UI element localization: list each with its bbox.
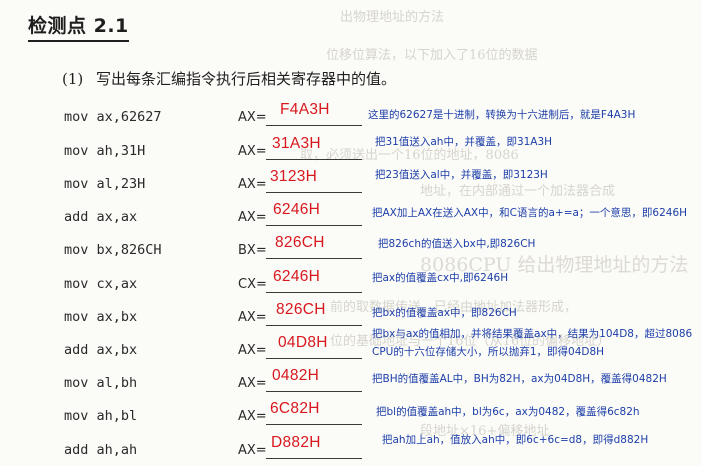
explanation-note: 把bl的值覆盖ah中，bl为6c，ax为0482，覆盖得6c82h [376,406,640,418]
exercise-row: mov al,23H AX= 3123H 把23值送入al中，并覆盖，即3123H [0,168,702,200]
instruction-text: mov cx,ax [64,276,138,292]
register-label: BX= [238,243,267,258]
explanation-note: 把bx与ax的值相加，并将结果覆盖ax中，结果为104D8，超过8086 [372,328,693,340]
answer-blank-line [266,125,362,126]
instruction-text: add ah,ah [64,442,138,458]
answer-blank-line [266,159,362,160]
explanation-note: 把ax的值覆盖cx中,即6246H [372,272,509,284]
register-label: AX= [238,110,267,125]
answer-blank-line [266,458,362,459]
handwritten-answer: F4A3H [280,101,330,118]
register-label: AX= [238,376,267,391]
handwritten-answer: D882H [271,434,321,451]
instruction-text: mov ah,31H [64,143,146,159]
exercise-row: add ax,bx AX= 04D8H 把bx与ax的值相加，并将结果覆盖ax中，结果… [0,328,702,366]
handwritten-answer: 31A3H [272,135,321,152]
explanation-note: 把31值送入ah中，并覆盖，即31A3H [375,136,553,148]
explanation-note: 把bx的值覆盖ax中，即826CH [372,307,517,319]
explanation-note: 这里的62627是十进制，转换为十六进制后，就是F4A3H [368,109,636,121]
register-label: AX= [238,343,267,358]
instruction-text: mov al,bh [64,375,138,391]
exercise-row: mov ah,31H AX= 31A3H 把31值送入ah中，并覆盖，即31A3H [0,135,702,167]
register-label: AX= [238,177,267,192]
explanation-note: CPU的十六位存储大小，所以抛弃1，即得04D8H [372,346,605,358]
instruction-text: mov bx,826CH [64,242,162,258]
exercise-row: mov bx,826CH BX= 826CH 把826ch的值送入bx中,即826CH [0,234,702,266]
instruction-text: mov al,23H [64,176,146,192]
background-text: 出物理地址的方法 [340,10,445,25]
handwritten-answer: 826CH [276,301,326,318]
question-number: (1) [62,70,84,88]
exercise-row: mov al,bh AX= 0482H 把BH的值覆盖AL中，BH为82H，ax为04… [0,367,702,399]
question-line: (1) 写出每条汇编指令执行后相关寄存器中的值。 [62,68,396,89]
exercise-row: mov cx,ax CX= 6246H 把ax的值覆盖cx中,即6246H [0,268,702,300]
instruction-text: add ax,ax [64,209,138,225]
answer-blank-line [266,258,362,259]
handwritten-answer: 6246H [273,201,321,218]
register-label: AX= [238,443,267,458]
answer-blank-line [266,225,362,226]
answer-blank-line [266,292,362,293]
answer-blank-line [266,391,362,392]
instruction-text: mov ax,62627 [64,109,162,125]
handwritten-answer: 04D8H [278,334,328,351]
register-label: AX= [238,210,267,225]
instruction-text: mov ah,bl [64,408,138,424]
register-label: AX= [238,144,267,159]
explanation-note: 把23值送入al中，并覆盖，即3123H [375,169,548,181]
exercise-row: mov ax,62627 AX= F4A3H 这里的62627是十进制，转换为十六进制… [0,101,702,133]
handwritten-answer: 0482H [272,367,320,384]
explanation-note: 把AX加上AX在送入AX中，和C语言的a+=a；一个意思，即6246H [372,207,688,219]
handwritten-answer: 3123H [270,168,318,185]
section-title: 检测点 2.1 [28,14,129,42]
exercise-row: mov ah,bl AX= 6C82H 把bl的值覆盖ah中，bl为6c，ax为048… [0,400,702,432]
answer-blank-line [266,358,362,359]
register-label: CX= [238,277,267,292]
answer-blank-line [266,424,362,425]
exercise-row: add ah,ah AX= D882H 把ah加上ah，值放入ah中，即6c+6c=d… [0,434,702,466]
register-label: AX= [238,310,267,325]
instruction-text: add ax,bx [64,342,138,358]
handwritten-answer: 6246H [273,268,321,285]
exercise-row: add ax,ax AX= 6246H 把AX加上AX在送入AX中，和C语言的a+=a… [0,201,702,233]
handwritten-answer: 826CH [275,234,325,251]
handwritten-answer: 6C82H [270,400,320,417]
background-text: 位移位算法，以下加入了16位的数据 [326,48,538,63]
answer-blank-line [266,325,362,326]
question-text: 写出每条汇编指令执行后相关寄存器中的值。 [96,70,397,88]
answer-blank-line [266,192,362,193]
explanation-note: 把ah加上ah，值放入ah中，即6c+6c=d8，即得d882H [382,434,649,446]
explanation-note: 把BH的值覆盖AL中，BH为82H，ax为04D8H，覆盖得0482H [372,373,667,385]
instruction-text: mov ax,bx [64,309,138,325]
explanation-note: 把826ch的值送入bx中,即826CH [378,238,536,250]
register-label: AX= [238,409,267,424]
